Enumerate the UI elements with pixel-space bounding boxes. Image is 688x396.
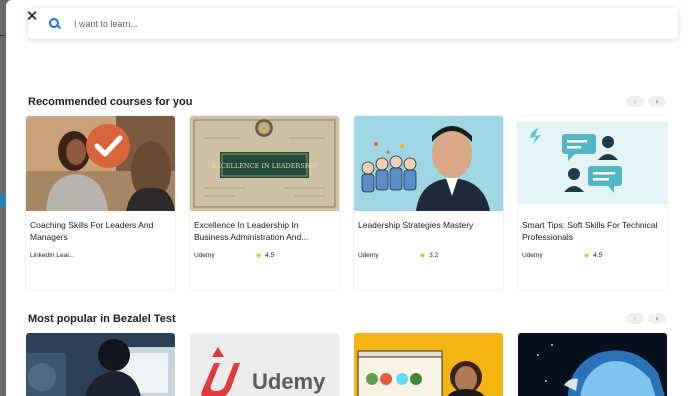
- rating-value: 4.5: [593, 252, 603, 259]
- course-rating: ★ 3.2: [419, 251, 439, 260]
- course-card[interactable]: Coaching Skills For Leaders And Managers…: [26, 116, 175, 290]
- search-input[interactable]: [74, 18, 634, 29]
- course-card[interactable]: Udemy: [190, 333, 339, 396]
- carousel-next-button[interactable]: ›: [648, 313, 666, 324]
- course-title: Leadership Strategies Mastery: [358, 220, 474, 230]
- course-card[interactable]: [518, 333, 667, 396]
- course-card[interactable]: EXCELLENCE IN LEADERSHIP Excellence In L…: [190, 116, 339, 290]
- course-card[interactable]: Leadership Strategies Mastery Udemy ★ 3.…: [354, 116, 503, 290]
- carousel-next-button[interactable]: ›: [648, 96, 666, 107]
- course-title: Smart Tips: Soft Skills For Technical Pr…: [522, 220, 658, 242]
- search-icon: [48, 17, 62, 31]
- rating-value: 4.5: [265, 252, 275, 259]
- course-card[interactable]: Smart Tips: Soft Skills For Technical Pr…: [518, 116, 667, 290]
- close-icon[interactable]: ✕: [24, 8, 40, 24]
- course-provider: Udemy: [194, 252, 215, 259]
- course-thumbnail: [518, 116, 667, 211]
- carousel-prev-button[interactable]: ‹: [626, 96, 644, 107]
- course-thumbnail: [354, 333, 503, 396]
- search-bar[interactable]: [28, 8, 678, 39]
- course-thumbnail: [26, 116, 175, 211]
- course-card[interactable]: [354, 333, 503, 396]
- carousel-controls-most-popular: ‹ ›: [626, 313, 666, 324]
- rating-value: 3.2: [429, 252, 439, 259]
- section-title-recommended: Recommended courses for you: [28, 96, 193, 108]
- course-rating: ★ 4.5: [583, 251, 603, 260]
- star-icon: ★: [419, 251, 427, 260]
- course-title: Excellence In Leadership In Business Adm…: [194, 220, 309, 242]
- course-provider: LinkedIn Lear...: [30, 252, 75, 259]
- course-thumbnail: [354, 116, 503, 211]
- section-title-most-popular: Most popular in Bezalel Test: [28, 313, 176, 325]
- star-icon: ★: [255, 251, 263, 260]
- course-rating: ★ 4.5: [255, 251, 275, 260]
- carousel-controls-recommended: ‹ ›: [626, 96, 666, 107]
- search-overlay-panel: Recommended courses for you ‹ › Coaching…: [6, 0, 688, 396]
- certificate-heading: EXCELLENCE IN LEADERSHIP: [212, 162, 318, 170]
- udemy-logo-text: Udemy: [252, 369, 326, 394]
- course-thumbnail: EXCELLENCE IN LEADERSHIP: [190, 116, 339, 211]
- course-provider: Udemy: [522, 252, 543, 259]
- star-icon: ★: [583, 251, 591, 260]
- course-thumbnail: [518, 333, 667, 396]
- course-thumbnail: [26, 333, 175, 396]
- course-title: Coaching Skills For Leaders And Managers: [30, 220, 154, 242]
- course-provider: Udemy: [358, 252, 379, 259]
- course-card[interactable]: [26, 333, 175, 396]
- carousel-prev-button[interactable]: ‹: [626, 313, 644, 324]
- course-thumbnail: Udemy: [190, 333, 339, 396]
